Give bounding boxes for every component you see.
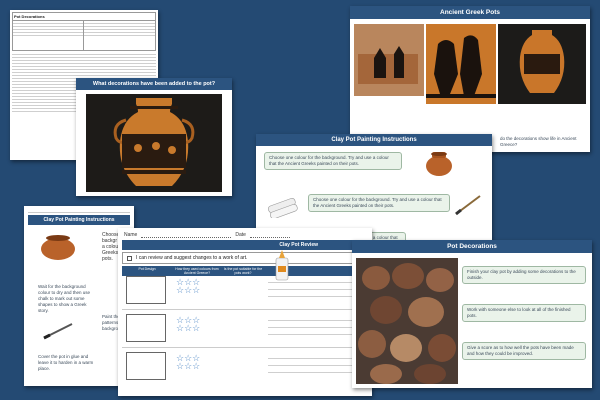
sheet-review: Name Date Clay Pot Review I can review a…	[118, 228, 372, 396]
doc-header	[28, 208, 130, 213]
amphora-icon	[86, 94, 222, 192]
greek-amphora-photo	[86, 94, 222, 192]
doc-step-1: Wait for the background colour to dry an…	[38, 284, 91, 313]
review-name-row: Name Date	[118, 228, 372, 240]
review-title: Clay Pot Review	[122, 240, 368, 250]
review-objective: I can review and suggest changes to a wo…	[122, 252, 368, 264]
star-rating[interactable]: ☆☆☆ ☆☆☆	[176, 316, 200, 333]
decoration-step-1: Finish your clay pot by adding some deco…	[462, 266, 586, 284]
glue-bottle-icon	[272, 248, 292, 287]
paintbrush-icon	[40, 320, 76, 347]
pot-design-box[interactable]	[126, 276, 166, 304]
sheet-greek-pots: Ancient Greek Pots do the decorations sh…	[350, 6, 590, 152]
greek-pot-photo-1	[354, 24, 424, 96]
checkbox[interactable]	[127, 255, 132, 261]
paper-rolls-icon	[266, 194, 300, 223]
vase-scene-icon	[354, 24, 424, 96]
decoration-step-2: Work with someone else to look at all of…	[462, 304, 586, 322]
review-row: ☆☆☆ ☆☆☆	[122, 350, 368, 386]
slide-title: Pot Decorations	[352, 240, 592, 253]
pot-icon	[38, 232, 78, 267]
greek-pot-photo-3	[498, 24, 586, 104]
pot-design-box[interactable]	[126, 352, 166, 380]
doc-title: Clay Pot Painting Instructions	[28, 215, 130, 225]
doc-table	[12, 21, 156, 51]
clay-pots-icon	[356, 258, 458, 384]
vase-figures-icon	[426, 24, 496, 104]
greek-pot-photo-2	[426, 24, 496, 104]
review-row: ☆☆☆ ☆☆☆	[122, 312, 368, 348]
star-rating[interactable]: ☆☆☆ ☆☆☆	[176, 278, 200, 295]
pot-icon	[424, 150, 454, 183]
slide-title: Clay Pot Painting Instructions	[256, 134, 492, 146]
review-row: ☆☆☆ ☆☆☆	[122, 274, 368, 310]
pot-design-box[interactable]	[126, 314, 166, 342]
instruction-step-1: Choose one colour for the background. Tr…	[264, 152, 402, 170]
many-pots-photo	[356, 258, 458, 384]
decoration-step-3: Give a score as to how well the pots hav…	[462, 342, 586, 360]
greek-pots-caption: do the decorations show life in Ancient …	[500, 136, 577, 147]
slide-title: What decorations have been added to the …	[76, 78, 232, 90]
sheet-added-decorations: What decorations have been added to the …	[76, 78, 232, 196]
star-rating[interactable]: ☆☆☆ ☆☆☆	[176, 354, 200, 371]
paintbrush-icon	[452, 192, 486, 223]
doc-step-3: Cover the pot in glue and leave it to ha…	[38, 354, 94, 371]
doc-table-title: Pot Decorations	[12, 12, 156, 21]
amphora-small-icon	[498, 24, 586, 104]
instruction-step-2: Choose one colour for the background. Tr…	[308, 194, 450, 212]
sheet-pot-decorations-slide: Pot Decorations Finish your clay pot by …	[352, 240, 592, 388]
slide-title: Ancient Greek Pots	[350, 6, 590, 19]
